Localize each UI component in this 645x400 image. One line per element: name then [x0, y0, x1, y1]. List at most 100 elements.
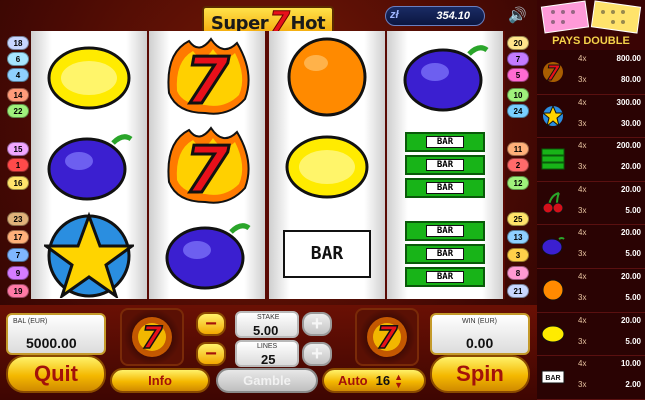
- symbol-plum: [387, 31, 503, 120]
- spin-button[interactable]: Spin: [430, 355, 530, 393]
- payline-right-badge[interactable]: 21: [507, 284, 529, 298]
- payline-right-badge[interactable]: 20: [507, 36, 529, 50]
- lottery-tickets-icon: [540, 0, 642, 34]
- pay-table-divider: [537, 311, 645, 313]
- payline-left-badge[interactable]: 23: [7, 212, 29, 226]
- symbol-orange: [269, 31, 385, 120]
- pay-amount: 20.00: [620, 162, 641, 172]
- pay-amount: 10.00: [620, 359, 641, 369]
- pay-table-row: 3x 80.00: [537, 74, 645, 87]
- payline-right-badge[interactable]: 12: [507, 176, 529, 190]
- payline-left-badge[interactable]: 22: [7, 104, 29, 118]
- pay-multiplier: 4x: [578, 228, 587, 238]
- payline-left-badge[interactable]: 14: [7, 88, 29, 102]
- pay-table-row: 4x 10.00: [537, 358, 645, 371]
- symbol-plum: [149, 209, 265, 298]
- payline-left-badge[interactable]: 15: [7, 142, 29, 156]
- lines-plus-button[interactable]: +: [302, 342, 332, 366]
- stake-plus-button[interactable]: +: [302, 312, 332, 336]
- pay-amount: 80.00: [620, 75, 641, 84]
- bar-label: BAR: [425, 181, 465, 194]
- payline-right-badge[interactable]: 3: [507, 248, 529, 262]
- payline-left-badge[interactable]: 6: [7, 52, 29, 66]
- symbol-star: [31, 209, 147, 298]
- payline-right-badge[interactable]: 11: [507, 142, 529, 156]
- pay-table-row: 4x 20.00: [537, 227, 645, 240]
- symbol-plum: [31, 120, 147, 209]
- chevron-down-icon[interactable]: ▼: [394, 380, 403, 389]
- pay-table-header: PAYS DOUBLE: [537, 0, 645, 50]
- pay-multiplier: 4x: [578, 97, 587, 107]
- balance-label: BAL (EUR): [13, 318, 48, 325]
- payline-right-badge[interactable]: 13: [507, 230, 529, 244]
- gamble-button[interactable]: Gamble: [216, 368, 318, 393]
- pay-multiplier: 4x: [578, 141, 587, 151]
- slot-game: Super 7 Hot zł 354.10 🔊 18 6 4 14 22 15 1 16 23 1…: [0, 0, 537, 400]
- quit-button[interactable]: Quit: [6, 355, 106, 393]
- seven-coin-icon: 7: [120, 308, 184, 366]
- pay-table-row: 3x 5.00: [537, 248, 645, 261]
- pay-table-divider: [537, 93, 645, 95]
- pay-amount: 800.00: [616, 54, 641, 63]
- stake-minus-button[interactable]: −: [196, 312, 226, 336]
- payline-left-badge[interactable]: 18: [7, 36, 29, 50]
- pay-amount: 5.00: [625, 205, 641, 215]
- pay-multiplier: 3x: [578, 205, 587, 215]
- symbol-bar: BAR: [269, 209, 385, 298]
- stake-value: 5.00: [253, 323, 279, 338]
- svg-text:7: 7: [185, 134, 230, 208]
- pay-table-row: 4x 300.00: [537, 97, 645, 110]
- auto-label: Auto: [338, 373, 368, 388]
- win-box: WIN (EUR) 0.00: [430, 313, 530, 355]
- reel-3: BAR: [269, 31, 385, 299]
- pay-amount: 2.00: [625, 380, 641, 390]
- pays-double-title: PAYS DOUBLE: [552, 35, 630, 47]
- stake-box: STAKE 5.00: [235, 311, 299, 338]
- payline-left-badge[interactable]: 1: [7, 158, 29, 172]
- lines-minus-button[interactable]: −: [196, 342, 226, 366]
- lines-box: LINES 25: [235, 340, 299, 367]
- win-label: WIN (EUR): [462, 318, 497, 325]
- payline-right-badge[interactable]: 10: [507, 88, 529, 102]
- payline-left-badge[interactable]: 17: [7, 230, 29, 244]
- svg-text:7: 7: [377, 321, 398, 356]
- auto-button[interactable]: Auto 16 ▲ ▼: [322, 368, 426, 393]
- info-button[interactable]: Info: [110, 368, 210, 393]
- reel-4: BAR BAR BAR BAR BAR BAR: [387, 31, 503, 299]
- pay-amount: 300.00: [616, 97, 641, 107]
- balance-box: BAL (EUR) 5000.00: [6, 313, 106, 355]
- pay-multiplier: 4x: [578, 359, 587, 369]
- pay-amount: 5.00: [625, 336, 641, 346]
- payline-left-badge[interactable]: 19: [7, 284, 29, 298]
- auto-count-stepper[interactable]: ▲ ▼: [394, 372, 403, 389]
- payline-right-badge[interactable]: 5: [507, 68, 529, 82]
- balance-display: zł 354.10: [385, 6, 485, 26]
- pay-table-divider: [537, 355, 645, 357]
- pay-table-divider: [537, 137, 645, 139]
- payline-right-badge[interactable]: 25: [507, 212, 529, 226]
- payline-right-badge[interactable]: 8: [507, 266, 529, 280]
- payline-left-badge[interactable]: 16: [7, 176, 29, 190]
- speaker-icon[interactable]: 🔊: [508, 6, 528, 24]
- bar-label: BAR: [283, 229, 371, 278]
- svg-text:7: 7: [185, 45, 230, 119]
- pay-table-row: 3x 5.00: [537, 292, 645, 305]
- payline-right-badge[interactable]: 24: [507, 104, 529, 118]
- symbol-lemon: [269, 120, 385, 209]
- pay-table-row: 4x 20.00: [537, 184, 645, 197]
- symbol-seven: 7: [149, 31, 265, 120]
- reel-2: 7 7: [149, 31, 265, 299]
- pay-table-row: 3x 30.00: [537, 118, 645, 131]
- balance-value: 5000.00: [26, 335, 77, 351]
- payline-left-badge[interactable]: 7: [7, 248, 29, 262]
- pay-table-row: 3x 5.00: [537, 336, 645, 349]
- payline-left-badge[interactable]: 4: [7, 68, 29, 82]
- lines-value: 25: [261, 352, 276, 367]
- payline-right-badge[interactable]: 2: [507, 158, 529, 172]
- payline-left-badge[interactable]: 9: [7, 266, 29, 280]
- payline-right-badge[interactable]: 7: [507, 52, 529, 66]
- bar-label: BAR: [425, 270, 465, 283]
- pay-table: PAYS DOUBLE 7 4x 800.00 3x 80.00 4x 300.00 3x 30…: [537, 0, 645, 400]
- pay-amount: 20.00: [620, 315, 641, 325]
- symbol-lemon: [31, 31, 147, 120]
